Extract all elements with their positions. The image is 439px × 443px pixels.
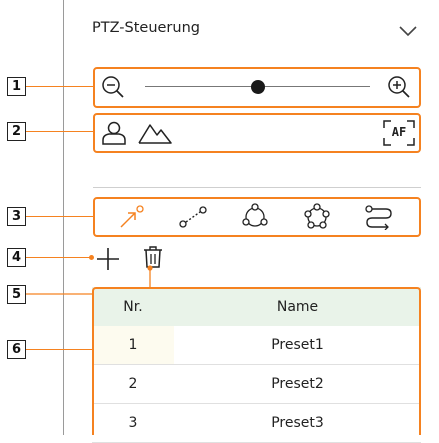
landscape-icon[interactable] — [138, 121, 172, 145]
callout-5: 5 — [7, 285, 26, 304]
callout-6: 6 — [7, 340, 26, 359]
preset-number: 1 — [92, 326, 174, 365]
tour-icon[interactable] — [302, 202, 332, 230]
preset-name: Preset2 — [174, 364, 421, 404]
person-icon[interactable] — [100, 120, 128, 146]
autofocus-label: AF — [391, 125, 407, 139]
panel-divider — [63, 0, 64, 435]
callout-3: 3 — [7, 207, 26, 226]
callout-1: 1 — [7, 77, 26, 96]
leader-line — [26, 216, 93, 217]
preset-name: Preset1 — [174, 326, 421, 365]
column-header-name[interactable]: Name — [174, 287, 421, 326]
autofocus-icon[interactable]: AF — [383, 120, 415, 146]
preset-name: Preset3 — [174, 403, 421, 443]
leader-line — [26, 257, 92, 258]
preset-arrow-icon[interactable] — [118, 204, 146, 230]
leader-dot — [89, 255, 94, 260]
table-row[interactable]: 3 Preset3 — [92, 403, 421, 443]
zoom-in-icon[interactable] — [386, 74, 412, 100]
column-header-nr[interactable]: Nr. — [92, 287, 174, 326]
separator — [93, 187, 421, 188]
preset-number: 2 — [92, 364, 174, 404]
preset-number: 3 — [92, 403, 174, 443]
trace-icon[interactable] — [364, 204, 394, 230]
leader-line — [26, 131, 93, 132]
table-row[interactable]: 1 Preset1 — [92, 326, 421, 365]
leader-line — [26, 349, 93, 350]
zoom-slider-knob[interactable] — [250, 80, 265, 94]
chevron-down-icon[interactable] — [398, 24, 418, 38]
leader-line — [26, 86, 93, 87]
zoom-out-icon[interactable] — [100, 74, 126, 100]
preset-table: Nr. Name 1 Preset1 2 Preset2 3 Preset3 — [92, 287, 421, 443]
group-icon[interactable] — [240, 202, 270, 230]
swing-icon[interactable] — [178, 204, 208, 230]
table-row[interactable]: 2 Preset2 — [92, 364, 421, 404]
panel-title: PTZ-Steuerung — [92, 20, 200, 36]
table-header-row: Nr. Name — [92, 287, 421, 326]
callout-4: 4 — [7, 248, 26, 267]
callout-2: 2 — [7, 122, 26, 141]
